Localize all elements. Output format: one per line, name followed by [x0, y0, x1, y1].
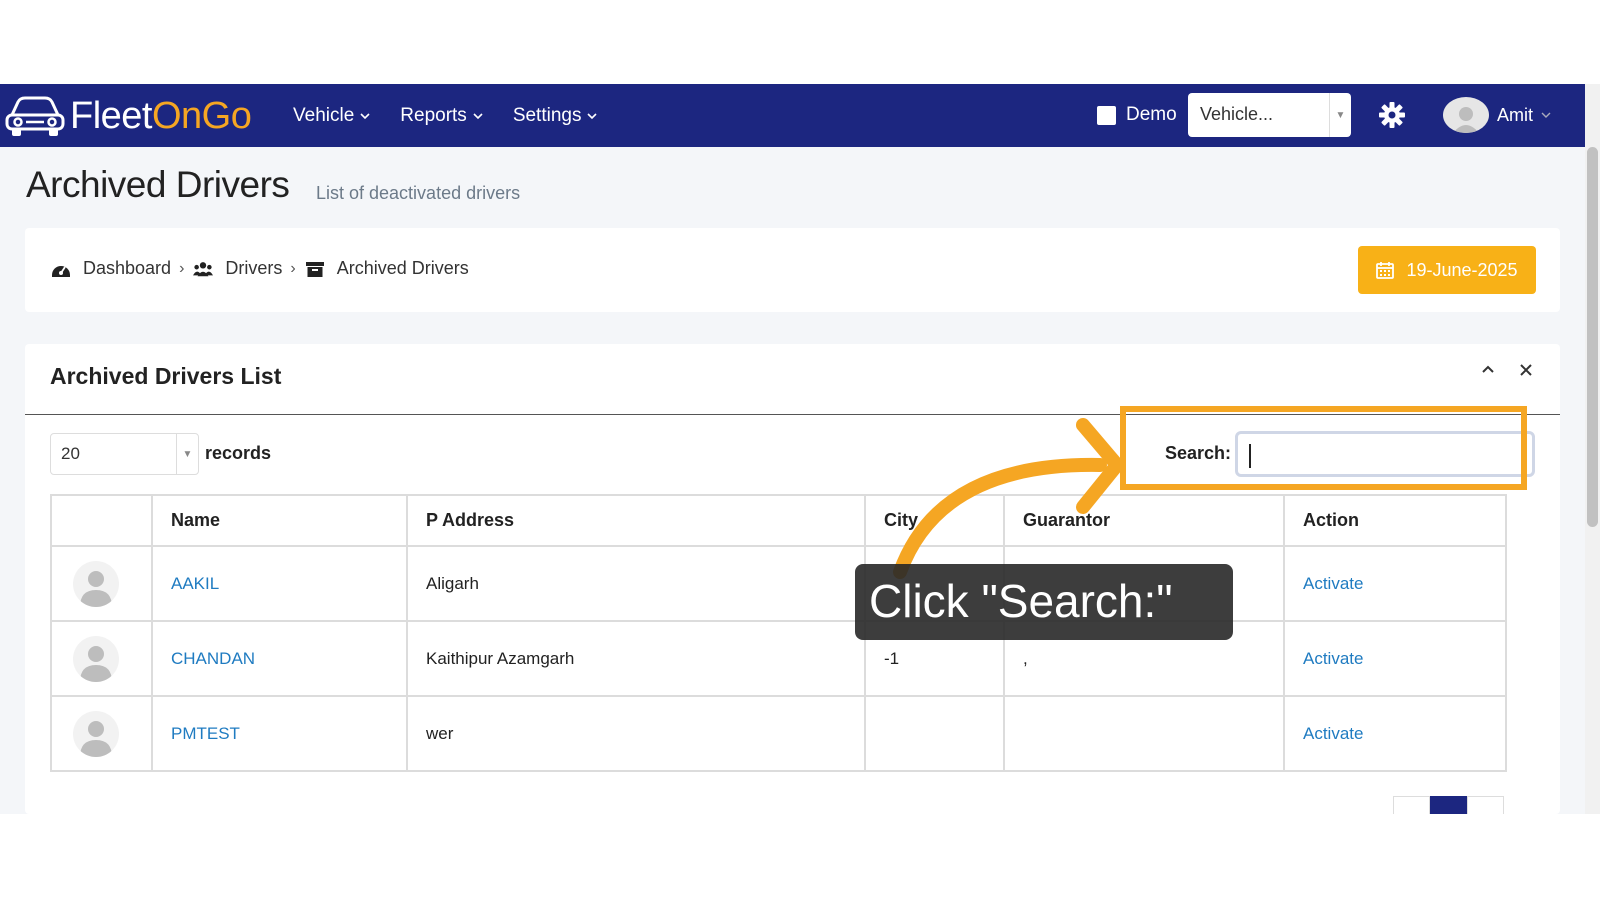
breadcrumb-drivers-label: Drivers: [225, 258, 283, 278]
pagination-prev[interactable]: [1393, 796, 1430, 814]
collapse-icon[interactable]: [1480, 362, 1496, 378]
app-logo[interactable]: FleetOnGo: [4, 92, 252, 140]
records-label: records: [205, 443, 272, 463]
date-button[interactable]: 19-June-2025: [1358, 246, 1536, 294]
user-icon: [80, 720, 112, 757]
chevron-down-icon: [360, 112, 370, 119]
records-length-select[interactable]: 20 ▼: [50, 433, 199, 475]
driver-avatar: [73, 635, 119, 682]
activate-link[interactable]: Activate: [1283, 695, 1507, 772]
breadcrumb-dashboard[interactable]: Dashboard: [51, 258, 171, 279]
column-header-address[interactable]: P Address: [406, 494, 866, 547]
driver-avatar: [73, 710, 119, 757]
photo-cell: [50, 695, 153, 772]
user-icon: [80, 570, 112, 607]
drivers-table: Name P Address City Guarantor Action AAK…: [50, 494, 1507, 772]
nav-settings-menu[interactable]: Settings: [513, 105, 598, 127]
nav-vehicle-menu[interactable]: Vehicle: [293, 105, 370, 127]
breadcrumb-drivers[interactable]: Drivers: [193, 258, 282, 279]
nav-reports-menu[interactable]: Reports: [400, 105, 483, 127]
column-header-guarantor[interactable]: Guarantor: [1003, 494, 1285, 547]
dropdown-arrow-icon: ▼: [1329, 93, 1351, 137]
column-header-name[interactable]: Name: [151, 494, 408, 547]
nav-vehicle-label: Vehicle: [293, 104, 355, 126]
records-length-value: 20: [61, 444, 80, 463]
nav-reports-label: Reports: [400, 104, 467, 126]
user-icon: [1453, 107, 1479, 133]
address-cell: Aligarh: [406, 545, 866, 622]
card-title: Archived Drivers List: [50, 363, 282, 389]
chevron-down-icon: [473, 112, 483, 119]
vehicle-select-value: Vehicle...: [1200, 104, 1274, 124]
gear-icon[interactable]: [1378, 101, 1406, 129]
breadcrumb-dashboard-label: Dashboard: [83, 258, 172, 278]
table-header-row: Name P Address City Guarantor Action: [50, 494, 1507, 547]
close-icon[interactable]: [1518, 362, 1534, 378]
address-cell: Kaithipur Azamgarh: [406, 620, 866, 697]
users-icon: [193, 261, 214, 276]
logo-text-main: Fleet: [70, 95, 152, 137]
nav-settings-label: Settings: [512, 104, 582, 126]
photo-cell: [50, 545, 153, 622]
driver-name-link[interactable]: AAKIL: [151, 545, 408, 622]
card-tools: [1480, 362, 1534, 378]
archive-icon: [305, 261, 324, 277]
page-subtitle: List of deactivated drivers: [316, 183, 521, 203]
user-menu[interactable]: Amit: [1443, 97, 1551, 133]
guarantor-cell: [1003, 695, 1285, 772]
column-header-city[interactable]: City: [864, 494, 1005, 547]
dropdown-arrow-icon: ▼: [176, 434, 198, 474]
demo-label: Demo: [1126, 104, 1177, 125]
column-header-action[interactable]: Action: [1283, 494, 1507, 547]
breadcrumb-separator-icon: ›: [290, 259, 296, 277]
dashboard-icon: [52, 265, 70, 277]
date-button-label: 19-June-2025: [1406, 259, 1518, 280]
page-title: Archived Drivers: [26, 164, 290, 205]
city-cell: [864, 695, 1005, 772]
chevron-down-icon: [1541, 112, 1551, 118]
breadcrumb-bar: Dashboard › Drivers › Archived Drivers 1…: [25, 228, 1560, 312]
search-highlight-box: [1120, 406, 1527, 490]
photo-cell: [50, 620, 153, 697]
demo-checkbox[interactable]: [1097, 105, 1116, 125]
user-icon: [80, 645, 112, 682]
activate-link[interactable]: Activate: [1283, 620, 1507, 697]
scrollbar-thumb[interactable]: [1587, 147, 1598, 527]
chevron-down-icon: [587, 112, 598, 119]
breadcrumb-archived-drivers: Archived Drivers: [305, 258, 469, 279]
user-avatar: [1443, 97, 1489, 133]
driver-name-link[interactable]: CHANDAN: [151, 620, 408, 697]
activate-link[interactable]: Activate: [1283, 545, 1507, 622]
user-name: Amit: [1497, 104, 1533, 125]
table-row: AAKIL Aligarh Activate: [50, 545, 1507, 622]
instruction-tooltip: Click "Search:": [855, 564, 1233, 640]
driver-name-link[interactable]: PMTEST: [151, 695, 408, 772]
driver-avatar: [73, 560, 119, 607]
pagination-current-page[interactable]: [1430, 796, 1467, 814]
vertical-scrollbar[interactable]: [1585, 84, 1600, 814]
app-logo-text: FleetOnGo: [70, 95, 252, 137]
breadcrumb: Dashboard › Drivers › Archived Drivers: [51, 258, 469, 279]
vehicle-select[interactable]: Vehicle... ▼: [1188, 93, 1351, 137]
table-row: PMTEST wer Activate: [50, 695, 1507, 772]
top-navbar: FleetOnGo Vehicle Reports Settings Demo …: [0, 84, 1585, 147]
main-menu: Vehicle Reports Settings: [293, 84, 598, 147]
pagination: [1393, 796, 1504, 814]
breadcrumb-archived-drivers-label: Archived Drivers: [336, 258, 469, 278]
address-cell: wer: [406, 695, 866, 772]
car-icon: [5, 96, 65, 136]
pagination-next[interactable]: [1467, 796, 1504, 814]
table-row: CHANDAN Kaithipur Azamgarh -1 , Activate: [50, 620, 1507, 697]
breadcrumb-separator-icon: ›: [179, 259, 185, 277]
column-header-photo[interactable]: [50, 494, 153, 547]
logo-text-accent: OnGo: [151, 95, 252, 137]
calendar-icon: [1376, 262, 1395, 279]
demo-toggle[interactable]: Demo: [1097, 104, 1177, 126]
